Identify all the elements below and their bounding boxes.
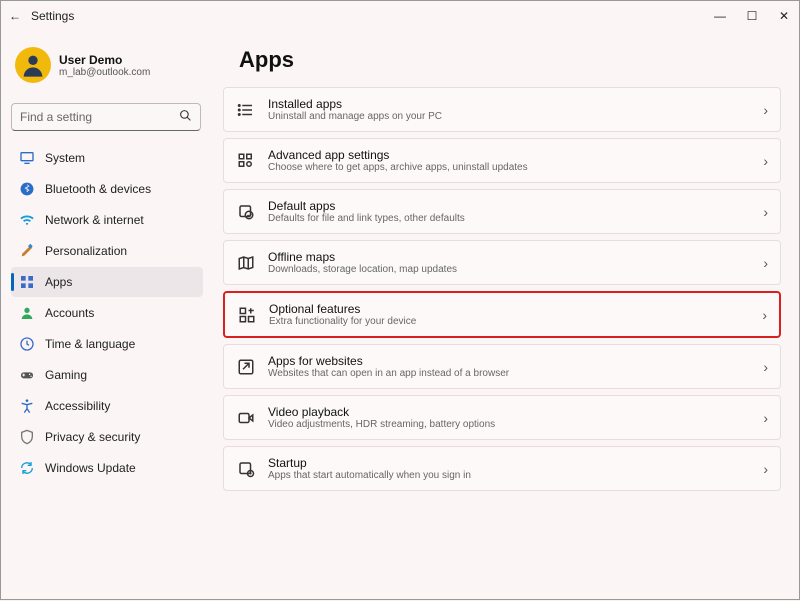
nav-gaming[interactable]: Gaming [11, 360, 203, 390]
nav-privacy[interactable]: Privacy & security [11, 422, 203, 452]
card-offline-maps[interactable]: Offline mapsDownloads, storage location,… [223, 240, 781, 285]
chevron-right-icon: › [763, 102, 768, 118]
features-icon [237, 305, 257, 325]
card-subtitle: Apps that start automatically when you s… [268, 470, 471, 481]
nav-label: Bluetooth & devices [45, 182, 151, 196]
chevron-right-icon: › [763, 255, 768, 271]
nav-accessibility[interactable]: Accessibility [11, 391, 203, 421]
nav-label: Time & language [45, 337, 135, 351]
profile-block[interactable]: User Demo m_lab@outlook.com [11, 37, 203, 97]
startup-icon [236, 459, 256, 479]
map-icon [236, 253, 256, 273]
avatar [15, 47, 51, 83]
nav-time-language[interactable]: Time & language [11, 329, 203, 359]
bluetooth-icon [19, 181, 35, 197]
profile-email: m_lab@outlook.com [59, 67, 150, 78]
card-title: Startup [268, 456, 471, 470]
nav-label: Accounts [45, 306, 94, 320]
chevron-right-icon: › [763, 410, 768, 426]
nav-apps[interactable]: Apps [11, 267, 203, 297]
gaming-icon [19, 367, 35, 383]
nav-label: Windows Update [45, 461, 136, 475]
nav-label: Apps [45, 275, 72, 289]
card-title: Installed apps [268, 97, 442, 111]
nav-label: Network & internet [45, 213, 144, 227]
maximize-button[interactable]: ☐ [745, 9, 759, 23]
apps-icon [19, 274, 35, 290]
card-title: Video playback [268, 405, 495, 419]
settings-window: ← Settings — ☐ ✕ User Demo m_lab@outlook… [0, 0, 800, 600]
shield-icon [19, 429, 35, 445]
profile-name: User Demo [59, 53, 150, 67]
window-title: Settings [31, 9, 74, 23]
sidebar: User Demo m_lab@outlook.com Find a setti… [1, 31, 209, 601]
card-title: Optional features [269, 302, 416, 316]
app-gear-icon [236, 151, 256, 171]
card-title: Advanced app settings [268, 148, 528, 162]
nav-label: Gaming [45, 368, 87, 382]
minimize-button[interactable]: — [713, 9, 727, 23]
wifi-icon [19, 212, 35, 228]
search-input[interactable]: Find a setting [11, 103, 201, 131]
card-apps-for-websites[interactable]: Apps for websitesWebsites that can open … [223, 344, 781, 389]
clock-icon [19, 336, 35, 352]
title-bar: ← Settings — ☐ ✕ [1, 1, 799, 31]
card-video-playback[interactable]: Video playbackVideo adjustments, HDR str… [223, 395, 781, 440]
search-placeholder: Find a setting [20, 110, 92, 124]
main-panel: Apps Installed appsUninstall and manage … [209, 31, 799, 601]
default-apps-icon [236, 202, 256, 222]
nav-windows-update[interactable]: Windows Update [11, 453, 203, 483]
nav-personalization[interactable]: Personalization [11, 236, 203, 266]
card-default-apps[interactable]: Default appsDefaults for file and link t… [223, 189, 781, 234]
chevron-right-icon: › [763, 153, 768, 169]
accessibility-icon [19, 398, 35, 414]
nav-label: Accessibility [45, 399, 110, 413]
back-button[interactable]: ← [9, 9, 21, 23]
chevron-right-icon: › [763, 359, 768, 375]
nav-system[interactable]: System [11, 143, 203, 173]
nav-label: Privacy & security [45, 430, 140, 444]
card-optional-features[interactable]: Optional featuresExtra functionality for… [223, 291, 781, 338]
card-subtitle: Downloads, storage location, map updates [268, 264, 457, 275]
nav: System Bluetooth & devices Network & int… [11, 143, 203, 483]
close-button[interactable]: ✕ [777, 9, 791, 23]
monitor-icon [19, 150, 35, 166]
card-subtitle: Choose where to get apps, archive apps, … [268, 162, 528, 173]
card-subtitle: Uninstall and manage apps on your PC [268, 111, 442, 122]
card-subtitle: Video adjustments, HDR streaming, batter… [268, 419, 495, 430]
card-installed-apps[interactable]: Installed appsUninstall and manage apps … [223, 87, 781, 132]
card-subtitle: Defaults for file and link types, other … [268, 213, 465, 224]
card-advanced-app-settings[interactable]: Advanced app settingsChoose where to get… [223, 138, 781, 183]
search-icon [179, 109, 192, 125]
chevron-right-icon: › [763, 204, 768, 220]
card-title: Default apps [268, 199, 465, 213]
nav-bluetooth[interactable]: Bluetooth & devices [11, 174, 203, 204]
settings-cards: Installed appsUninstall and manage apps … [223, 87, 781, 491]
nav-label: Personalization [45, 244, 127, 258]
card-subtitle: Websites that can open in an app instead… [268, 368, 509, 379]
video-icon [236, 408, 256, 428]
card-title: Offline maps [268, 250, 457, 264]
nav-label: System [45, 151, 85, 165]
card-startup[interactable]: StartupApps that start automatically whe… [223, 446, 781, 491]
brush-icon [19, 243, 35, 259]
nav-accounts[interactable]: Accounts [11, 298, 203, 328]
chevron-right-icon: › [762, 307, 767, 323]
list-icon [236, 100, 256, 120]
account-icon [19, 305, 35, 321]
card-title: Apps for websites [268, 354, 509, 368]
nav-network[interactable]: Network & internet [11, 205, 203, 235]
page-title: Apps [239, 47, 781, 73]
update-icon [19, 460, 35, 476]
card-subtitle: Extra functionality for your device [269, 316, 416, 327]
app-link-icon [236, 357, 256, 377]
chevron-right-icon: › [763, 461, 768, 477]
